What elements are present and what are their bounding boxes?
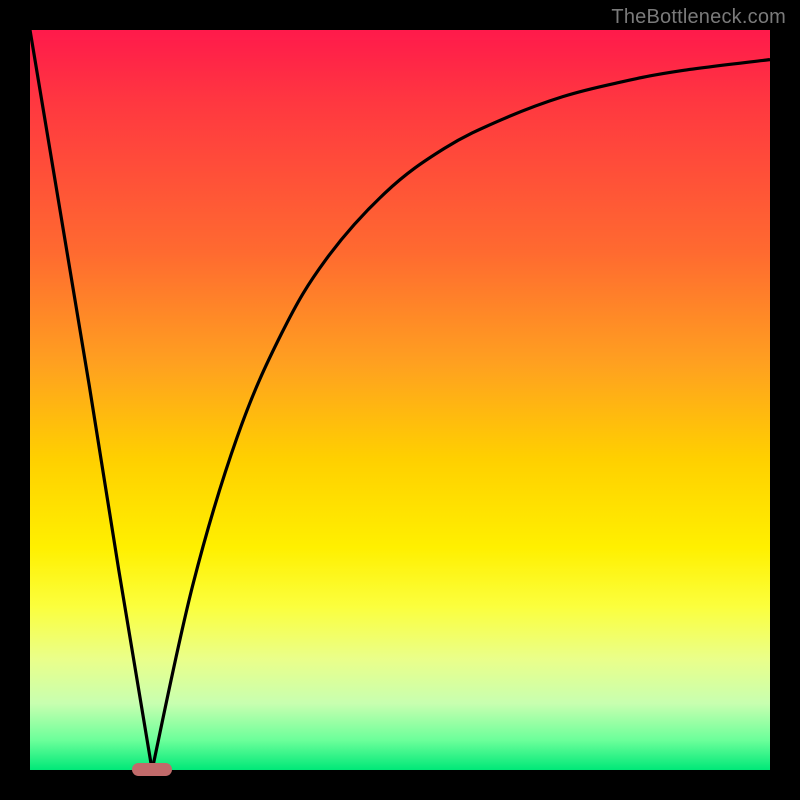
plot-area bbox=[30, 30, 770, 770]
right-branch-line bbox=[152, 60, 770, 770]
watermark-text: TheBottleneck.com bbox=[611, 6, 786, 29]
optimal-range-marker bbox=[132, 763, 173, 776]
left-branch-line bbox=[30, 30, 152, 770]
chart-frame: TheBottleneck.com bbox=[0, 0, 800, 800]
curves-layer bbox=[30, 30, 770, 770]
